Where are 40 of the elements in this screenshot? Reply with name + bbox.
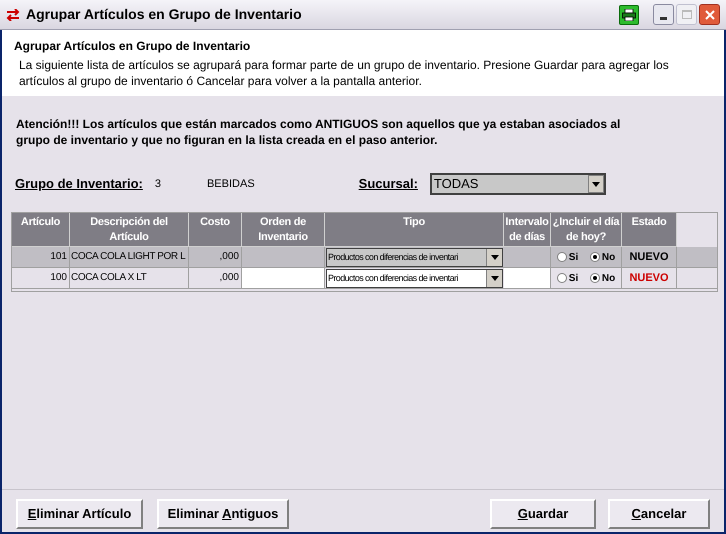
- table-cell: COCA COLA X LT: [70, 268, 189, 288]
- column-header[interactable]: Tipo: [325, 213, 504, 247]
- table-row[interactable]: 100 COCA COLA X LT ,000 Productos con diferencias de inventari Si No NUEVO: [12, 268, 717, 289]
- column-header[interactable]: Costo: [189, 213, 242, 247]
- column-header[interactable]: Descripción del Artículo: [70, 213, 189, 247]
- window-title: Agrupar Artículos en Grupo de Inventario: [26, 5, 302, 24]
- type-dropdown[interactable]: Productos con diferencias de inventari: [326, 269, 503, 288]
- interval-field[interactable]: [504, 268, 551, 288]
- minimize-button[interactable]: [653, 4, 674, 25]
- column-header[interactable]: Artículo: [12, 213, 70, 247]
- notice-text: Atención!!! Los artículos que están marcados como ANTIGUOS son aquellos que ya estaban asociados al grupo de inventario y que no figuran en la lista creada en el paso anterior.: [15, 116, 622, 148]
- column-header[interactable]: ¿Incluir el día de hoy?: [551, 213, 622, 247]
- branch-dropdown[interactable]: TODAS: [430, 173, 606, 195]
- group-code: 3: [154, 176, 161, 192]
- column-header[interactable]: Intervalo de días: [504, 213, 551, 247]
- header-title: Agrupar Artículos en Grupo de Inventario: [14, 38, 252, 55]
- column-header[interactable]: Orden de Inventario: [242, 213, 325, 247]
- radio-option[interactable]: No: [590, 270, 616, 286]
- status-text: NUEVO: [622, 268, 677, 288]
- printer-icon[interactable]: [619, 4, 639, 24]
- radio-option[interactable]: No: [590, 250, 616, 264]
- branch-label: Sucursal:: [358, 175, 418, 194]
- group-name: BEBIDAS: [206, 176, 255, 192]
- close-button[interactable]: [699, 4, 720, 25]
- radio-option[interactable]: Si: [556, 250, 578, 264]
- arrows-icon: [6, 8, 20, 20]
- action-button[interactable]: Guardar: [490, 499, 596, 529]
- close-icon: [704, 10, 714, 20]
- action-button[interactable]: Cancelar: [608, 499, 710, 529]
- radio-option[interactable]: Si: [556, 270, 578, 286]
- order-field[interactable]: [242, 268, 325, 288]
- action-button[interactable]: Eliminar Artículo: [16, 499, 143, 529]
- type-dropdown[interactable]: Productos con diferencias de inventari: [326, 248, 503, 267]
- status-text: NUEVO: [622, 247, 677, 267]
- table-cell: COCA COLA LIGHT POR L: [70, 247, 189, 267]
- column-header[interactable]: Estado: [622, 213, 677, 247]
- header-description: La siguiente lista de artículos se agrupará para formar parte de un grupo de inventario. Presione Guardar para agregar los artículos al grupo de inventario ó Cancelar para volver a la pantalla anterior.: [18, 57, 670, 89]
- group-label: Grupo de Inventario:: [15, 175, 143, 194]
- action-button[interactable]: Eliminar Antiguos: [157, 499, 289, 529]
- table-row[interactable]: 101 COCA COLA LIGHT POR L ,000 Productos con diferencias de inventari Si No NUEVO: [12, 247, 717, 268]
